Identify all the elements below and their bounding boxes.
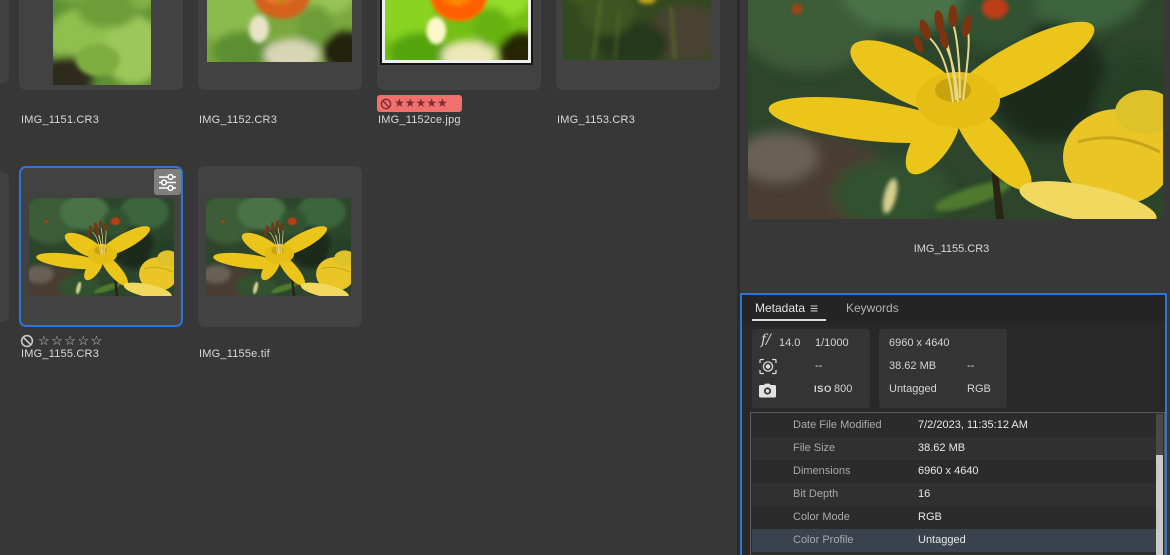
panel-tabbar: Metadata ≡ Keywords [742,295,1165,323]
table-row[interactable]: Color Mode RGB [752,506,1158,529]
photo-nasturtium-enhanced [385,0,528,63]
color-profile-value: Untagged [889,383,937,395]
active-tab-underline [752,319,826,321]
photo-yellow-lily-preview [748,0,1163,219]
preview-image[interactable] [748,0,1163,219]
iso-value: 800 [834,383,853,395]
panel-menu-icon[interactable]: ≡ [810,300,818,316]
filename-label: IMG_1153.CR3 [557,114,636,126]
thumbnail-img-1152[interactable] [207,0,352,62]
row-value: 38.62 MB [918,442,966,454]
photo-lily-garden [563,0,711,60]
filename-label: IMG_1151.CR3 [21,114,100,126]
thumbnail-img-1153[interactable] [563,0,711,60]
thumbnail-img-1155[interactable] [29,198,174,296]
metering-icon [759,358,777,375]
develop-settings-icon[interactable] [154,169,181,195]
reject-icon[interactable] [20,334,34,348]
scrollbar-thumb[interactable] [1156,455,1163,555]
preview-filename: IMG_1155.CR3 [913,243,990,255]
row-value: 6960 x 4640 [918,465,979,477]
row-value: RGB [918,511,942,523]
metadata-panel: Metadata ≡ Keywords f/ 14.0 1/1000 -- IS… [740,293,1167,555]
row-value: 16 [918,488,931,500]
filename-label: IMG_1155.CR3 [21,348,100,360]
reject-rating-badge[interactable]: ★★★★★ [377,95,462,112]
reject-icon [380,98,392,109]
row-label: Color Mode [793,511,850,523]
aperture-symbol: f/ [761,332,771,348]
scrollbar-track[interactable] [1156,414,1163,555]
table-row-selected[interactable]: Color Profile Untagged [752,529,1158,552]
camera-icon [759,383,776,398]
bridge-window: IMG_1151.CR3 IMG_1152.CR3 ★★★★★ IMG_1152… [0,0,1170,555]
metadata-table: Date File Modified 7/2/2023, 11:35:12 AM… [750,412,1165,555]
row-label: Bit Depth [793,488,839,500]
aperture-value: 14.0 [779,337,801,349]
partial-thumbnail-cell [0,172,9,322]
photo-nasturtium-portrait [53,0,151,85]
row-value: Untagged [918,534,966,546]
photo-nasturtium-landscape [207,0,352,62]
star-rating-empty[interactable]: ☆☆☆☆☆ [38,333,104,349]
filename-label: IMG_1152.CR3 [199,114,278,126]
dimensions-value: 6960 x 4640 [889,337,950,349]
row-label: Dimensions [793,465,851,477]
row-label: File Size [793,442,836,454]
table-row[interactable]: File Size 38.62 MB [752,437,1158,460]
size-extra-value: -- [967,360,975,372]
table-row[interactable]: Bit Depth 16 [752,483,1158,506]
row-label: Date File Modified [793,419,882,431]
table-row[interactable]: Dimensions 6960 x 4640 [752,460,1158,483]
photo-yellow-lily [29,198,174,296]
file-size-value: 38.62 MB [889,360,937,372]
sliders-icon [159,173,176,192]
tab-metadata[interactable]: Metadata [755,301,805,315]
content-panel: IMG_1151.CR3 IMG_1152.CR3 ★★★★★ IMG_1152… [0,0,737,555]
preview-panel: IMG_1155.CR3 [740,0,1170,290]
partial-thumbnail-cell [0,0,9,83]
table-row[interactable]: Date File Modified 7/2/2023, 11:35:12 AM [752,414,1158,437]
rating-row: ☆☆☆☆☆ [20,333,104,349]
shutter-value: 1/1000 [815,337,849,349]
filename-label: IMG_1155e.tif [199,348,270,360]
file-placard: 6960 x 4640 38.62 MB -- Untagged RGB [879,329,1007,408]
row-value: 7/2/2023, 11:35:12 AM [918,419,1028,431]
iso-label: ISO [814,384,832,395]
thumbnail-img-1151[interactable] [53,0,151,85]
thumbnail-img-1152ce[interactable] [382,0,531,63]
thumbnail-img-1155e[interactable] [206,198,351,296]
star-rating-filled[interactable]: ★★★★★ [394,95,448,112]
photo-yellow-lily-edit [206,198,351,296]
camera-placard: f/ 14.0 1/1000 -- ISO 800 [752,329,870,408]
filename-label: IMG_1152ce.jpg [378,114,461,126]
color-mode-value: RGB [967,383,991,395]
exposure-comp-value: -- [815,360,823,372]
row-label: Color Profile [793,534,854,546]
tab-keywords[interactable]: Keywords [846,301,899,315]
